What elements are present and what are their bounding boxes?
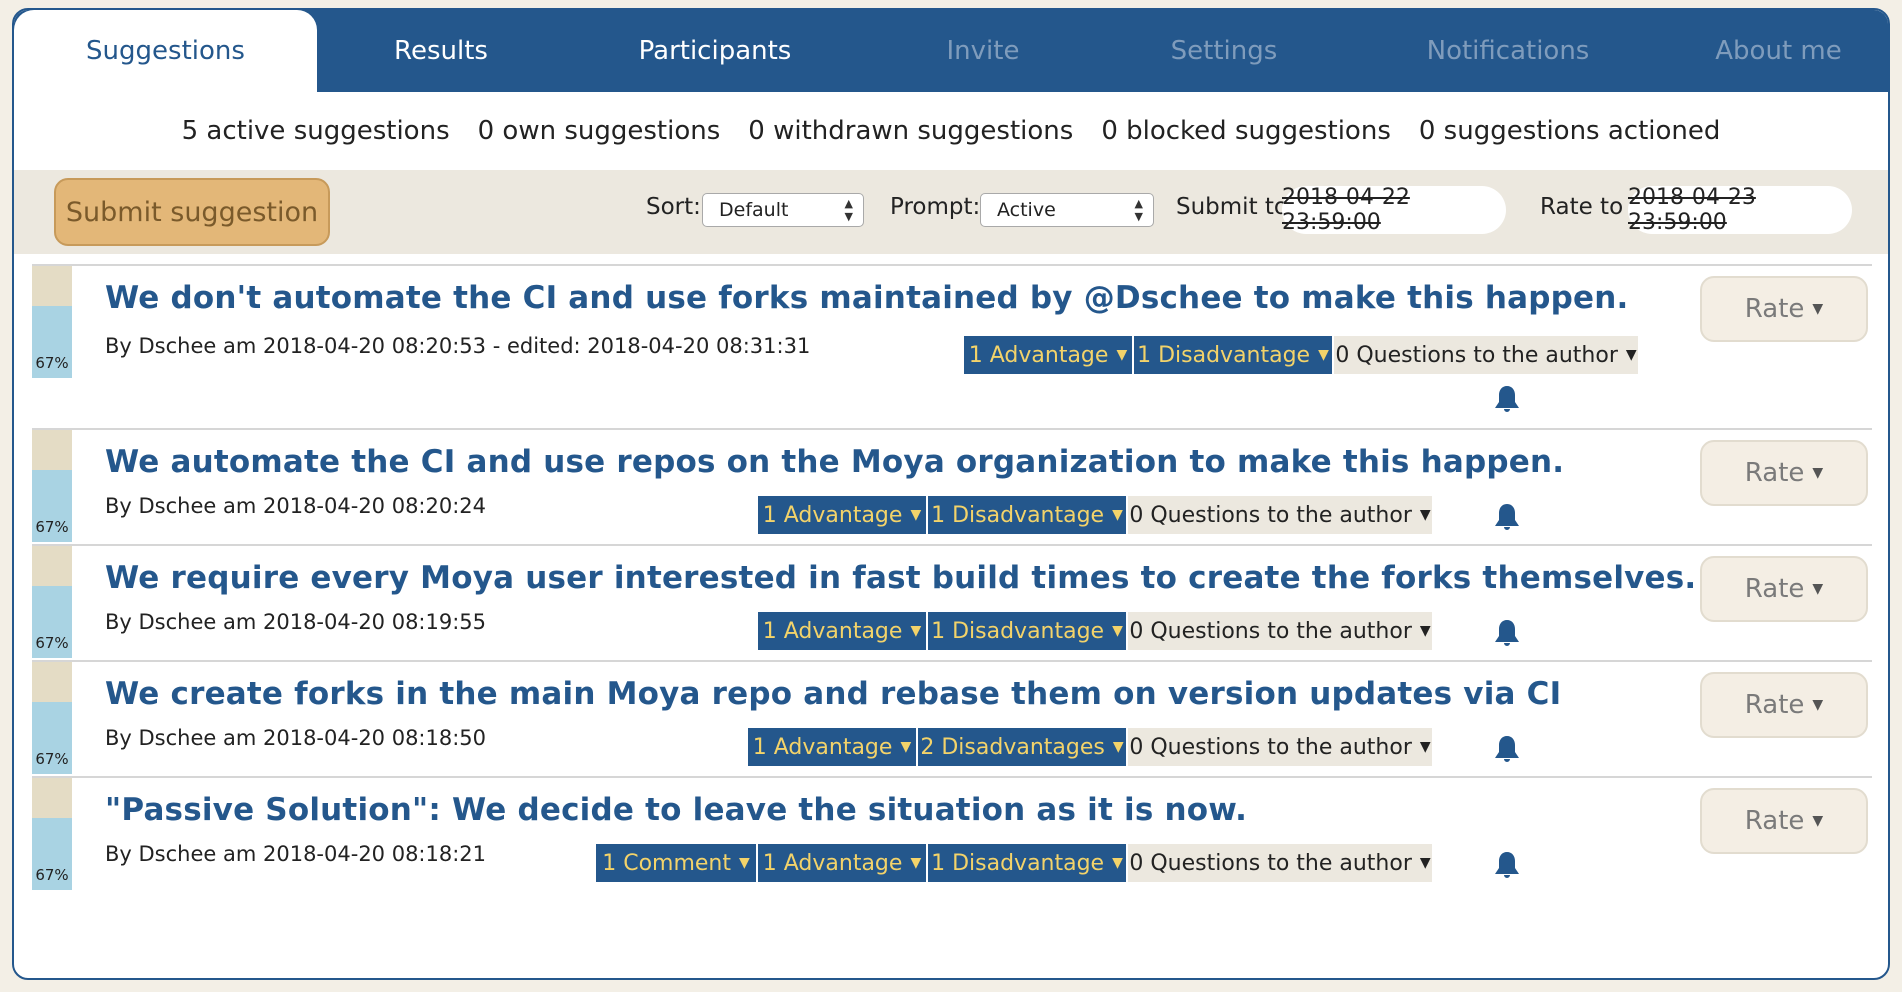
suggestion-title[interactable]: We create forks in the main Moya repo an… [105,676,1561,712]
select-arrows-icon: ▲ ▼ [1134,197,1143,223]
disadvantages-dropdown[interactable]: 1 Disadvantage ▼ [928,612,1126,650]
questions-dropdown[interactable]: 0 Questions to the author ▼ [1128,728,1432,766]
tab-results[interactable]: Results [317,10,565,92]
prompt-label: Prompt: [890,194,981,220]
tab-invite: Invite [946,36,1020,66]
questions-dropdown[interactable]: 0 Questions to the author ▼ [1128,612,1432,650]
suggestion-row: 67% We don't automate the CI and use for… [32,264,1872,428]
submit-suggestion-button[interactable]: Submit suggestion [54,178,330,246]
suggestion-row: 67% We require every Moya user intereste… [32,544,1872,660]
suggestion-title[interactable]: We automate the CI and use repos on the … [105,444,1564,480]
bell-icon[interactable] [1492,850,1522,880]
stat-own: 0 own suggestions [477,116,721,146]
submit-to-date: 2018-04-22 23:59:00 [1282,185,1506,235]
sort-select[interactable]: Default ▲ ▼ [702,193,864,227]
tab-participants[interactable]: Participants [565,10,865,92]
caret-down-icon: ▼ [1812,813,1824,829]
suggestion-row: 67% We create forks in the main Moya rep… [32,660,1872,776]
caret-down-icon: ▼ [1419,507,1431,523]
advantages-dropdown[interactable]: 1 Advantage ▼ [758,844,926,882]
caret-down-icon: ▼ [1812,465,1824,481]
caret-down-icon: ▼ [1419,623,1431,639]
tab-suggestions[interactable]: Suggestions [14,10,317,92]
caret-down-icon: ▼ [1419,739,1431,755]
stat-actioned: 0 suggestions actioned [1418,116,1721,146]
caret-down-icon: ▼ [1318,347,1329,363]
suggestion-stats: 5 active suggestions 0 own suggestions 0… [14,92,1888,170]
rating-percent: 67% [32,470,72,542]
advantages-dropdown[interactable]: 1 Advantage ▼ [758,496,926,534]
tab-notifications: Notifications [1426,36,1590,66]
bell-icon[interactable] [1492,734,1522,764]
submit-to-label: Submit to [1176,194,1288,220]
tab-about-me: About me [1715,36,1842,66]
rating-percent: 67% [32,306,72,378]
caret-down-icon: ▼ [1812,697,1824,713]
caret-down-icon: ▼ [1112,623,1123,639]
sort-label: Sort: [646,194,701,220]
bell-icon[interactable] [1492,384,1522,414]
suggestion-row: 67% "Passive Solution": We decide to lea… [32,776,1872,896]
suggestion-meta: By Dschee am 2018-04-20 08:20:53 - edite… [105,334,811,358]
bell-icon[interactable] [1492,618,1522,648]
disadvantages-dropdown[interactable]: 2 Disadvantages ▼ [918,728,1126,766]
suggestion-meta: By Dschee am 2018-04-20 08:18:21 [105,842,487,866]
tab-settings: Settings [1170,36,1278,66]
sort-select-value: Default [719,199,789,221]
caret-down-icon: ▼ [910,507,922,523]
rate-to-date: 2018-04-23 23:59:00 [1628,185,1852,235]
caret-down-icon: ▼ [1112,855,1123,871]
caret-down-icon: ▼ [1112,739,1124,755]
caret-down-icon: ▼ [1419,855,1431,871]
questions-dropdown[interactable]: 0 Questions to the author ▼ [1128,496,1432,534]
suggestion-meta: By Dschee am 2018-04-20 08:19:55 [105,610,487,634]
caret-down-icon: ▼ [1116,347,1128,363]
tab-bar: Suggestions Results Participants Invite … [14,10,1888,92]
rate-button[interactable]: Rate ▼ [1700,672,1868,738]
prompt-select-value: Active [997,199,1056,221]
rate-button[interactable]: Rate ▼ [1700,556,1868,622]
rating-percent: 67% [32,586,72,658]
bell-icon[interactable] [1492,502,1522,532]
caret-down-icon: ▼ [1625,347,1637,363]
suggestion-title[interactable]: We require every Moya user interested in… [105,560,1696,596]
stat-active: 5 active suggestions [181,116,450,146]
suggestion-row: 67% We automate the CI and use repos on … [32,428,1872,544]
rate-button[interactable]: Rate ▼ [1700,788,1868,854]
advantages-dropdown[interactable]: 1 Advantage ▼ [748,728,916,766]
disadvantages-dropdown[interactable]: 1 Disadvantage ▼ [928,844,1126,882]
app-frame: Suggestions Results Participants Invite … [12,8,1890,980]
rate-button[interactable]: Rate ▼ [1700,440,1868,506]
questions-dropdown[interactable]: 0 Questions to the author ▼ [1334,336,1638,374]
comments-dropdown[interactable]: 1 Comment ▼ [596,844,756,882]
disadvantages-dropdown[interactable]: 1 Disadvantage ▼ [928,496,1126,534]
suggestion-title[interactable]: "Passive Solution": We decide to leave t… [105,792,1247,828]
advantages-dropdown[interactable]: 1 Advantage ▼ [964,336,1132,374]
caret-down-icon: ▼ [1812,581,1824,597]
rating-percent: 67% [32,818,72,890]
caret-down-icon: ▼ [900,739,912,755]
caret-down-icon: ▼ [1812,301,1824,317]
stat-blocked: 0 blocked suggestions [1101,116,1391,146]
prompt-select[interactable]: Active ▲ ▼ [980,193,1154,227]
suggestion-title[interactable]: We don't automate the CI and use forks m… [105,280,1629,316]
suggestion-meta: By Dschee am 2018-04-20 08:18:50 [105,726,487,750]
stat-withdrawn: 0 withdrawn suggestions [748,116,1074,146]
caret-down-icon: ▼ [910,623,922,639]
toolbar: Submit suggestion Sort: Default ▲ ▼ Promp… [14,170,1888,254]
questions-dropdown[interactable]: 0 Questions to the author ▼ [1128,844,1432,882]
disadvantages-dropdown[interactable]: 1 Disadvantage ▼ [1134,336,1332,374]
caret-down-icon: ▼ [910,855,922,871]
caret-down-icon: ▼ [1112,507,1123,523]
rating-percent: 67% [32,702,72,774]
suggestion-meta: By Dschee am 2018-04-20 08:20:24 [105,494,487,518]
select-arrows-icon: ▲ ▼ [844,197,853,223]
advantages-dropdown[interactable]: 1 Advantage ▼ [758,612,926,650]
rate-to-label: Rate to [1540,194,1624,220]
caret-down-icon: ▼ [739,855,750,871]
rate-button[interactable]: Rate ▼ [1700,276,1868,342]
